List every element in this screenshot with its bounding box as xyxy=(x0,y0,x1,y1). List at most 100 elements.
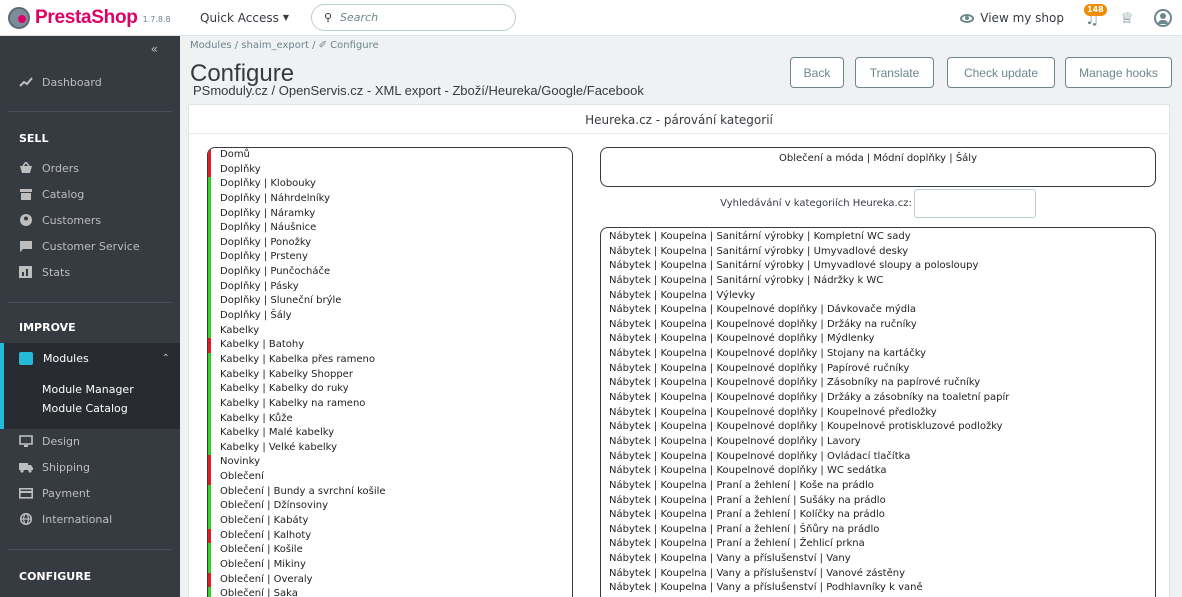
sidebar-subitem-module-catalog[interactable]: Module Catalog xyxy=(42,402,128,415)
check-update-button[interactable]: Check update xyxy=(947,57,1055,88)
sidebar-item-modules[interactable]: Modules xyxy=(19,352,89,365)
shop-category-item[interactable]: Oblečení | Overaly xyxy=(208,572,572,588)
shop-category-item[interactable]: Oblečení | Košile xyxy=(208,543,572,558)
user-account-icon[interactable] xyxy=(1154,9,1172,27)
heureka-category-item[interactable]: Nábytek | Koupelna | Koupelnové doplňky … xyxy=(601,450,1155,465)
heureka-category-item[interactable]: Nábytek | Koupelna | Koupelnové doplňky … xyxy=(601,435,1155,450)
shop-category-item[interactable]: Doplňky | Pásky xyxy=(208,279,572,295)
shop-category-item[interactable]: Oblečení | Mikiny xyxy=(208,557,572,573)
heureka-mapping-panel: Heureka.cz - párování kategorií Domů Dopl… xyxy=(188,104,1170,597)
shop-category-item[interactable]: Kabelky | Kabelky do ruky xyxy=(208,382,572,397)
heureka-search-input[interactable] xyxy=(913,188,1036,218)
shop-category-item[interactable]: Kabelky | Batohy xyxy=(208,338,572,353)
shop-category-item[interactable]: Oblečení xyxy=(208,470,572,485)
notifications-button[interactable]: ♫ 148 xyxy=(1082,4,1107,28)
sidebar-item-stats[interactable]: Stats xyxy=(0,262,180,282)
sidebar-item-label: Modules xyxy=(43,352,89,365)
translate-button[interactable]: Translate xyxy=(855,57,934,88)
sidebar-item-customer-service[interactable]: Customer Service xyxy=(0,236,180,256)
sidebar-item-shipping[interactable]: Shipping xyxy=(0,457,180,477)
heureka-category-item[interactable]: Nábytek | Koupelna | Sanitární výrobky |… xyxy=(601,245,1155,260)
heureka-category-item[interactable]: Nábytek | Koupelna | Koupelnové doplňky … xyxy=(601,406,1155,421)
heureka-category-item[interactable]: Nábytek | Koupelna | Vany a příslušenstv… xyxy=(601,567,1155,582)
search-placeholder: Search xyxy=(340,11,379,24)
heureka-category-item[interactable]: Nábytek | Koupelna | Koupelnové doplňky … xyxy=(601,347,1155,362)
shop-category-item[interactable]: Oblečení | Saka xyxy=(208,587,572,597)
heureka-category-item[interactable]: Nábytek | Koupelna | Koupelnové doplňky … xyxy=(601,332,1155,347)
shop-category-item[interactable]: Kabelky | Malé kabelky xyxy=(208,426,572,441)
heureka-category-item[interactable]: Nábytek | Koupelna | Praní a žehlení | K… xyxy=(601,479,1155,494)
sidebar-item-customers[interactable]: Customers xyxy=(0,210,180,230)
divider xyxy=(189,133,1169,134)
shop-category-item[interactable]: Oblečení | Kalhoty xyxy=(208,528,572,544)
shop-category-item[interactable]: Novinky xyxy=(208,455,572,470)
shop-category-item[interactable]: Oblečení | Kabáty xyxy=(208,514,572,529)
shop-category-item[interactable]: Doplňky xyxy=(208,162,572,178)
heureka-category-item[interactable]: Nábytek | Koupelna | Sanitární výrobky |… xyxy=(601,259,1155,274)
shop-category-item[interactable]: Kabelky | Kabelky Shopper xyxy=(208,367,572,383)
sidebar: « Dashboard SELL Orders Catalog Customer… xyxy=(0,36,180,597)
shop-category-item[interactable]: Kabelky | Kůže xyxy=(208,411,572,427)
heureka-category-item[interactable]: Nábytek | Koupelna | Praní a žehlení | Ž… xyxy=(601,537,1155,552)
heureka-category-item[interactable]: Nábytek | Koupelna | Koupelnové doplňky … xyxy=(601,391,1155,406)
eye-icon xyxy=(960,13,975,23)
heureka-category-item[interactable]: Nábytek | Koupelna | Výlevky xyxy=(601,289,1155,304)
sidebar-item-international[interactable]: International xyxy=(0,509,180,529)
sidebar-item-design[interactable]: Design xyxy=(0,431,180,451)
chevron-up-icon[interactable]: ⌃ xyxy=(162,353,170,364)
sidebar-item-dashboard[interactable]: Dashboard xyxy=(0,72,180,92)
manage-hooks-button[interactable]: Manage hooks xyxy=(1065,57,1172,88)
globe-icon xyxy=(19,512,33,526)
heureka-category-item[interactable]: Nábytek | Koupelna | Koupelnové doplňky … xyxy=(601,318,1155,333)
heureka-category-list[interactable]: Nábytek | Koupelna | Sanitární výrobky |… xyxy=(600,227,1156,597)
heureka-category-item[interactable]: Nábytek | Koupelna | Koupelnové doplňky … xyxy=(601,362,1155,377)
heureka-category-item[interactable]: Nábytek | Koupelna | Koupelnové doplňky … xyxy=(601,420,1155,435)
view-shop-link[interactable]: View my shop xyxy=(960,11,1064,25)
shop-category-item[interactable]: Doplňky | Prsteny xyxy=(208,250,572,265)
trophy-icon[interactable]: ♕ xyxy=(1118,9,1136,27)
shop-category-item[interactable]: Doplňky | Náramky xyxy=(208,206,572,222)
heureka-category-item[interactable]: Nábytek | Koupelna | Sanitární výrobky |… xyxy=(601,274,1155,289)
shop-category-item[interactable]: Doplňky | Šály xyxy=(208,309,572,324)
chat-icon xyxy=(19,240,33,252)
sidebar-subitem-module-manager[interactable]: Module Manager xyxy=(42,383,134,396)
heureka-category-item[interactable]: Nábytek | Koupelna | Koupelnové doplňky … xyxy=(601,464,1155,479)
collapse-sidebar-icon[interactable]: « xyxy=(151,42,158,56)
sidebar-item-catalog[interactable]: Catalog xyxy=(0,184,180,204)
shop-category-item[interactable]: Oblečení | Džínsoviny xyxy=(208,499,572,514)
heureka-category-item[interactable]: Nábytek | Koupelna | Praní a žehlení | K… xyxy=(601,508,1155,523)
shop-category-item[interactable]: Doplňky | Náhrdelníky xyxy=(208,191,572,207)
sidebar-item-label: Orders xyxy=(42,161,79,175)
shop-category-item[interactable]: Domů xyxy=(208,148,572,163)
breadcrumb[interactable]: Modules / shaim_export / ✐ Configure xyxy=(190,40,379,51)
back-button[interactable]: Back xyxy=(790,57,844,88)
heureka-category-item[interactable]: Nábytek | Koupelna | Koupelnové doplňky … xyxy=(601,376,1155,391)
shop-category-item[interactable]: Kabelky | Velké kabelky xyxy=(208,440,572,456)
shop-category-list[interactable]: Domů Doplňky Doplňky | Klobouky Doplňky | N… xyxy=(207,147,573,597)
shop-category-item[interactable]: Doplňky | Sluneční brýle xyxy=(208,294,572,309)
heureka-category-item[interactable]: Nábytek | Koupelna | Sanitární výrobky |… xyxy=(601,230,1155,245)
quick-access-menu[interactable]: Quick Access ▼ xyxy=(200,11,289,25)
shop-category-item[interactable]: Doplňky | Punčocháče xyxy=(208,265,572,280)
heureka-category-item[interactable]: Nábytek | Koupelna | Koupelnové doplňky … xyxy=(601,303,1155,318)
shop-category-item[interactable]: Kabelky | Kabelka přes rameno xyxy=(208,352,572,368)
heureka-category-item[interactable]: Nábytek | Koupelna | Vany a příslušenstv… xyxy=(601,552,1155,567)
heureka-category-item[interactable]: Nábytek | Koupelna | Praní a žehlení | Š… xyxy=(601,523,1155,538)
brand-name: PrestaShop xyxy=(35,6,138,28)
heureka-category-item[interactable]: Nábytek | Koupelna | Vany a příslušenstv… xyxy=(601,581,1155,596)
heureka-category-item[interactable]: Nábytek | Koupelna | Praní a žehlení | S… xyxy=(601,494,1155,509)
sidebar-item-orders[interactable]: Orders xyxy=(0,158,180,178)
truck-icon xyxy=(19,461,33,473)
section-heading-sell: SELL xyxy=(19,132,49,145)
shop-category-item[interactable]: Doplňky | Klobouky xyxy=(208,177,572,192)
sidebar-item-payment[interactable]: Payment xyxy=(0,483,180,503)
shop-category-item[interactable]: Doplňky | Náušnice xyxy=(208,221,572,236)
bar-chart-icon xyxy=(19,266,33,278)
shop-category-item[interactable]: Doplňky | Ponožky xyxy=(208,235,572,251)
shop-category-item[interactable]: Oblečení | Bundy a svrchní košile xyxy=(208,484,572,500)
header-search-input[interactable]: ⚲ Search xyxy=(310,4,516,31)
shop-category-item[interactable]: Kabelky xyxy=(208,323,572,339)
section-heading-configure: CONFIGURE xyxy=(19,570,92,583)
shop-category-item[interactable]: Kabelky | Kabelky na rameno xyxy=(208,396,572,412)
brand-logo[interactable]: PrestaShop 1.7.8.8 xyxy=(8,6,186,29)
